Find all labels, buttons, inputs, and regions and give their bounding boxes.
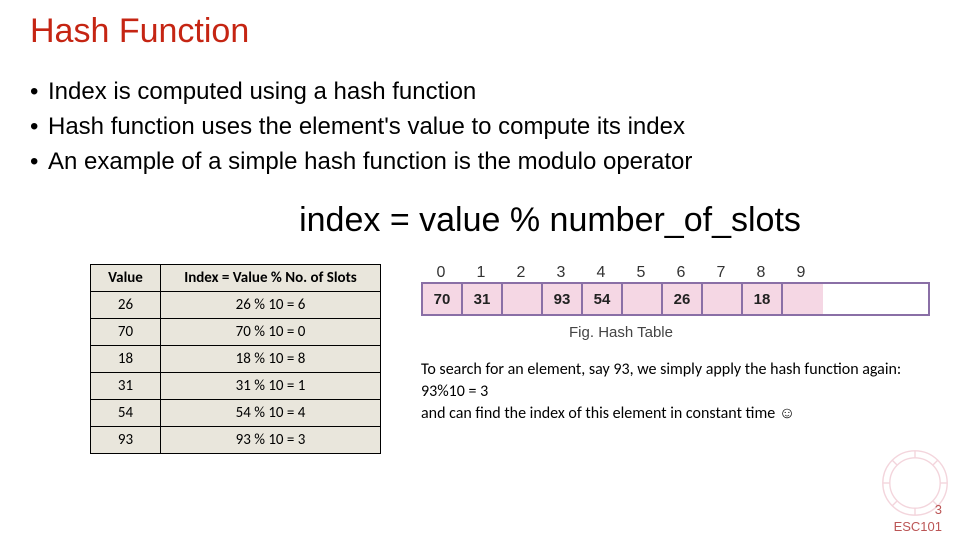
page-number: 3: [894, 502, 942, 517]
hash-cell: 18: [743, 284, 783, 314]
hash-cell: 26: [663, 284, 703, 314]
table-row: 9393 % 10 = 3: [91, 427, 381, 454]
figure-caption: Fig. Hash Table: [421, 324, 821, 341]
hash-diagram: 0 1 2 3 4 5 6 7 8 9 70 31 93 54: [421, 264, 930, 341]
formula-text: index = value % number_of_slots: [200, 201, 900, 240]
table-row: 5454 % 10 = 4: [91, 400, 381, 427]
table-row: 1818 % 10 = 8: [91, 346, 381, 373]
bullet-item: Hash function uses the element's value t…: [48, 110, 685, 145]
hash-cell: 54: [583, 284, 623, 314]
slide-title: Hash Function: [30, 12, 930, 51]
table-header: Value: [91, 265, 161, 292]
hash-cell: 70: [423, 284, 463, 314]
hash-cell: [623, 284, 663, 314]
hash-cell: [703, 284, 743, 314]
hash-cell: 93: [543, 284, 583, 314]
bullet-item: An example of a simple hash function is …: [48, 145, 692, 180]
hash-cell: [783, 284, 823, 314]
explanation-text: To search for an element, say 93, we sim…: [421, 359, 930, 424]
bullet-list: •Index is computed using a hash function…: [30, 75, 930, 179]
table-header: Index = Value % No. of Slots: [161, 265, 381, 292]
hash-cell: [503, 284, 543, 314]
table-row: 2626 % 10 = 6: [91, 292, 381, 319]
course-code: ESC101: [894, 519, 942, 534]
table-row: 3131 % 10 = 1: [91, 373, 381, 400]
bullet-item: Index is computed using a hash function: [48, 75, 476, 110]
hash-table: Value Index = Value % No. of Slots 2626 …: [90, 264, 381, 454]
table-row: 7070 % 10 = 0: [91, 319, 381, 346]
hash-cell: 31: [463, 284, 503, 314]
slide-footer: 3 ESC101: [894, 502, 942, 534]
slide: Hash Function •Index is computed using a…: [0, 0, 960, 540]
